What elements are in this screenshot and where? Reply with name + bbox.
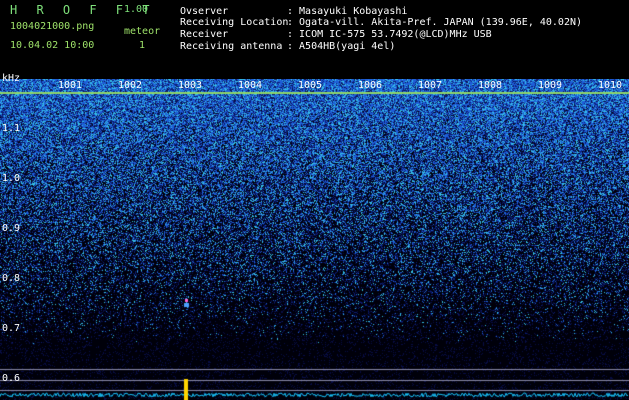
- filename-label: 1004021000.png: [10, 21, 95, 32]
- hrofft-window: H R O F F T 1.00 1004021000.png 10.04.02…: [0, 0, 629, 400]
- y-tick-label: 0.8: [2, 273, 21, 284]
- y-tick-label: 0.6: [2, 373, 21, 384]
- receiver-value: : ICOM IC-575 53.7492(@LCD)MHz USB: [287, 29, 492, 40]
- app-version: 1.00: [124, 4, 149, 15]
- meteor-label: meteor: [124, 26, 161, 37]
- x-tick-label: 1002: [118, 80, 143, 91]
- receiver-label: Receiver: [180, 29, 229, 40]
- x-tick-label: 1004: [238, 80, 263, 91]
- x-tick-label: 1009: [538, 80, 563, 91]
- x-tick-label: 1001: [58, 80, 83, 91]
- x-tick-label: 1006: [358, 80, 383, 91]
- location-value: : Ogata-vill. Akita-Pref. JAPAN (139.96E…: [287, 17, 583, 28]
- y-tick-label: 0.7: [2, 323, 21, 334]
- y-tick-label: 1.1: [2, 123, 21, 134]
- x-tick-label: 1008: [478, 80, 503, 91]
- x-tick-label: 1005: [298, 80, 323, 91]
- x-tick-label: 1010: [598, 80, 623, 91]
- y-axis-unit: kHz: [2, 73, 21, 84]
- x-tick-label: 1007: [418, 80, 443, 91]
- x-tick-label: 1003: [178, 80, 203, 91]
- antenna-label: Receiving antenna: [180, 41, 283, 52]
- y-tick-label: 1.0: [2, 173, 21, 184]
- y-tick-label: 0.9: [2, 223, 21, 234]
- meteor-count: 1: [139, 40, 146, 51]
- antenna-value: : A504HB(yagi 4el): [287, 41, 396, 52]
- location-label: Receiving Location: [180, 17, 289, 28]
- datetime-label: 10.04.02 10:00: [10, 40, 95, 51]
- spectrogram-plot: [0, 79, 629, 400]
